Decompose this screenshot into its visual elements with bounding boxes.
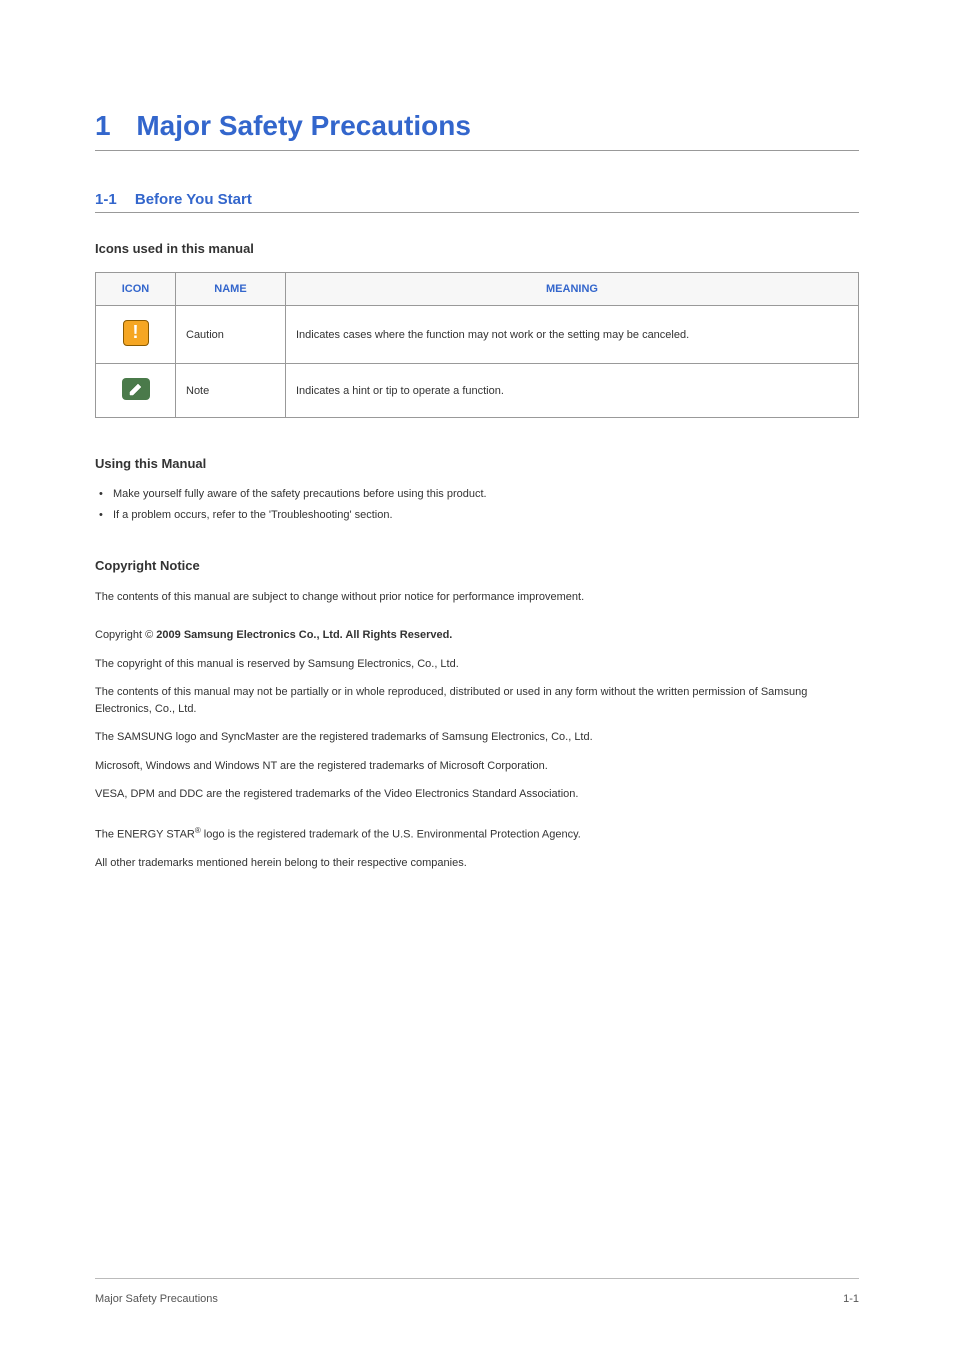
copyright-reproduce: The contents of this manual may not be p… (95, 684, 859, 717)
copyright-vesa-tm: VESA, DPM and DDC are the registered tra… (95, 786, 859, 803)
copyright-energy: The ENERGY STAR® logo is the registered … (95, 825, 859, 843)
copyright-other-tm: All other trademarks mentioned herein be… (95, 855, 859, 872)
list-item: Make yourself fully aware of the safety … (95, 487, 859, 502)
icons-table: ICON NAME MEANING Caution Indicates case… (95, 272, 859, 418)
th-name: NAME (176, 273, 286, 306)
th-meaning: MEANING (286, 273, 859, 306)
note-icon (122, 378, 150, 400)
footer-right: 1-1 (843, 1293, 859, 1305)
using-list: Make yourself fully aware of the safety … (95, 487, 859, 524)
caution-name: Caution (176, 306, 286, 364)
using-subsection-heading: Using this Manual (95, 456, 859, 471)
energy-suffix: logo is the registered trademark of the … (201, 828, 581, 840)
list-item: If a problem occurs, refer to the 'Troub… (95, 508, 859, 523)
note-meaning: Indicates a hint or tip to operate a fun… (286, 364, 859, 418)
footer-left: Major Safety Precautions (95, 1293, 218, 1305)
th-icon: ICON (96, 273, 176, 306)
copyright-ms-tm: Microsoft, Windows and Windows NT are th… (95, 758, 859, 775)
copyright-subsection-heading: Copyright Notice (95, 558, 859, 573)
icons-subsection-heading: Icons used in this manual (95, 241, 859, 256)
table-row: Caution Indicates cases where the functi… (96, 306, 859, 364)
copyright-bold: 2009 Samsung Electronics Co., Ltd. All R… (156, 629, 452, 641)
caution-icon-cell (96, 306, 176, 364)
chapter-title-text: Major Safety Precautions (136, 110, 471, 141)
caution-meaning: Indicates cases where the function may n… (286, 306, 859, 364)
copyright-reserved: The copyright of this manual is reserved… (95, 656, 859, 673)
table-row: Note Indicates a hint or tip to operate … (96, 364, 859, 418)
chapter-number: 1 (95, 110, 111, 142)
page-footer: Major Safety Precautions 1-1 (95, 1278, 859, 1305)
note-name: Note (176, 364, 286, 418)
section-title: 1-1 Before You Start (95, 191, 859, 213)
copyright-samsung-tm: The SAMSUNG logo and SyncMaster are the … (95, 729, 859, 746)
copyright-line: Copyright © 2009 Samsung Electronics Co.… (95, 627, 859, 644)
chapter-title: 1 Major Safety Precautions (95, 110, 859, 151)
copyright-intro: The contents of this manual are subject … (95, 589, 859, 606)
copyright-prefix: Copyright © (95, 629, 156, 641)
energy-prefix: The ENERGY STAR (95, 828, 195, 840)
section-title-text: Before You Start (135, 191, 252, 208)
note-icon-cell (96, 364, 176, 418)
section-number: 1-1 (95, 191, 117, 208)
caution-icon (123, 320, 149, 346)
